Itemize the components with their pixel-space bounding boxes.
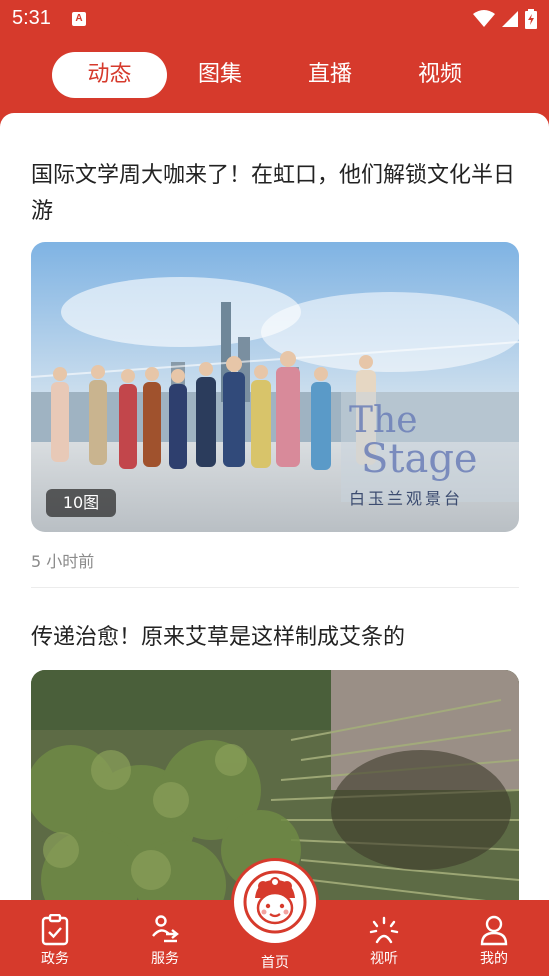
nav-government[interactable]: 政务 (20, 914, 90, 968)
article-title: 国际文学周大咖来了！在虹口，他们解锁文化半日游 (31, 163, 516, 224)
svg-text:Stage: Stage (361, 436, 478, 482)
mascot-home-icon (243, 870, 307, 934)
tab-dynamic[interactable]: 动态 (52, 52, 167, 98)
top-tab-bar: 动态 图集 直播 视频 (0, 50, 549, 102)
article-time: 5 小时前 (31, 552, 95, 571)
tab-live[interactable]: 直播 (285, 52, 375, 98)
user-icon (480, 915, 508, 946)
feed-content: 国际文学周大咖来了！在虹口，他们解锁文化半日游 The Stage 白玉兰观景台… (0, 113, 549, 913)
nav-label: 服务 (151, 951, 179, 967)
divider (31, 587, 519, 588)
svg-text:白玉兰观景台: 白玉兰观景台 (349, 489, 463, 508)
wifi-icon (473, 10, 495, 27)
nav-audiovisual[interactable]: 视听 (349, 914, 419, 968)
nav-label: 我的 (480, 951, 508, 967)
image-count-badge: 10图 (46, 489, 116, 517)
battery-icon (525, 9, 537, 29)
home-mascot-button[interactable] (231, 858, 319, 946)
nav-home-label[interactable]: 首页 (240, 952, 310, 972)
clipboard-check-icon (41, 914, 69, 946)
article-image[interactable]: The Stage 白玉兰观景台 10图 (31, 242, 519, 532)
person-service-icon (152, 915, 179, 943)
signal-icon (502, 11, 518, 27)
status-bar: 5:31 A (0, 0, 549, 38)
nav-label: 视听 (370, 951, 398, 967)
tab-gallery[interactable]: 图集 (175, 52, 265, 98)
svg-text:The: The (349, 400, 418, 441)
nav-mine[interactable]: 我的 (459, 914, 529, 968)
article-title: 传递治愈！原来艾草是这样制成艾条的 (31, 625, 406, 650)
status-time: 5:31 (12, 7, 51, 29)
notification-icon: A (72, 12, 86, 26)
broadcast-icon (369, 916, 399, 944)
article-card[interactable]: 国际文学周大咖来了！在虹口，他们解锁文化半日游 The Stage 白玉兰观景台… (31, 158, 519, 572)
status-icons (473, 9, 537, 29)
nav-label: 政务 (41, 951, 69, 967)
tab-video[interactable]: 视频 (395, 52, 485, 98)
nav-service[interactable]: 服务 (130, 914, 200, 968)
